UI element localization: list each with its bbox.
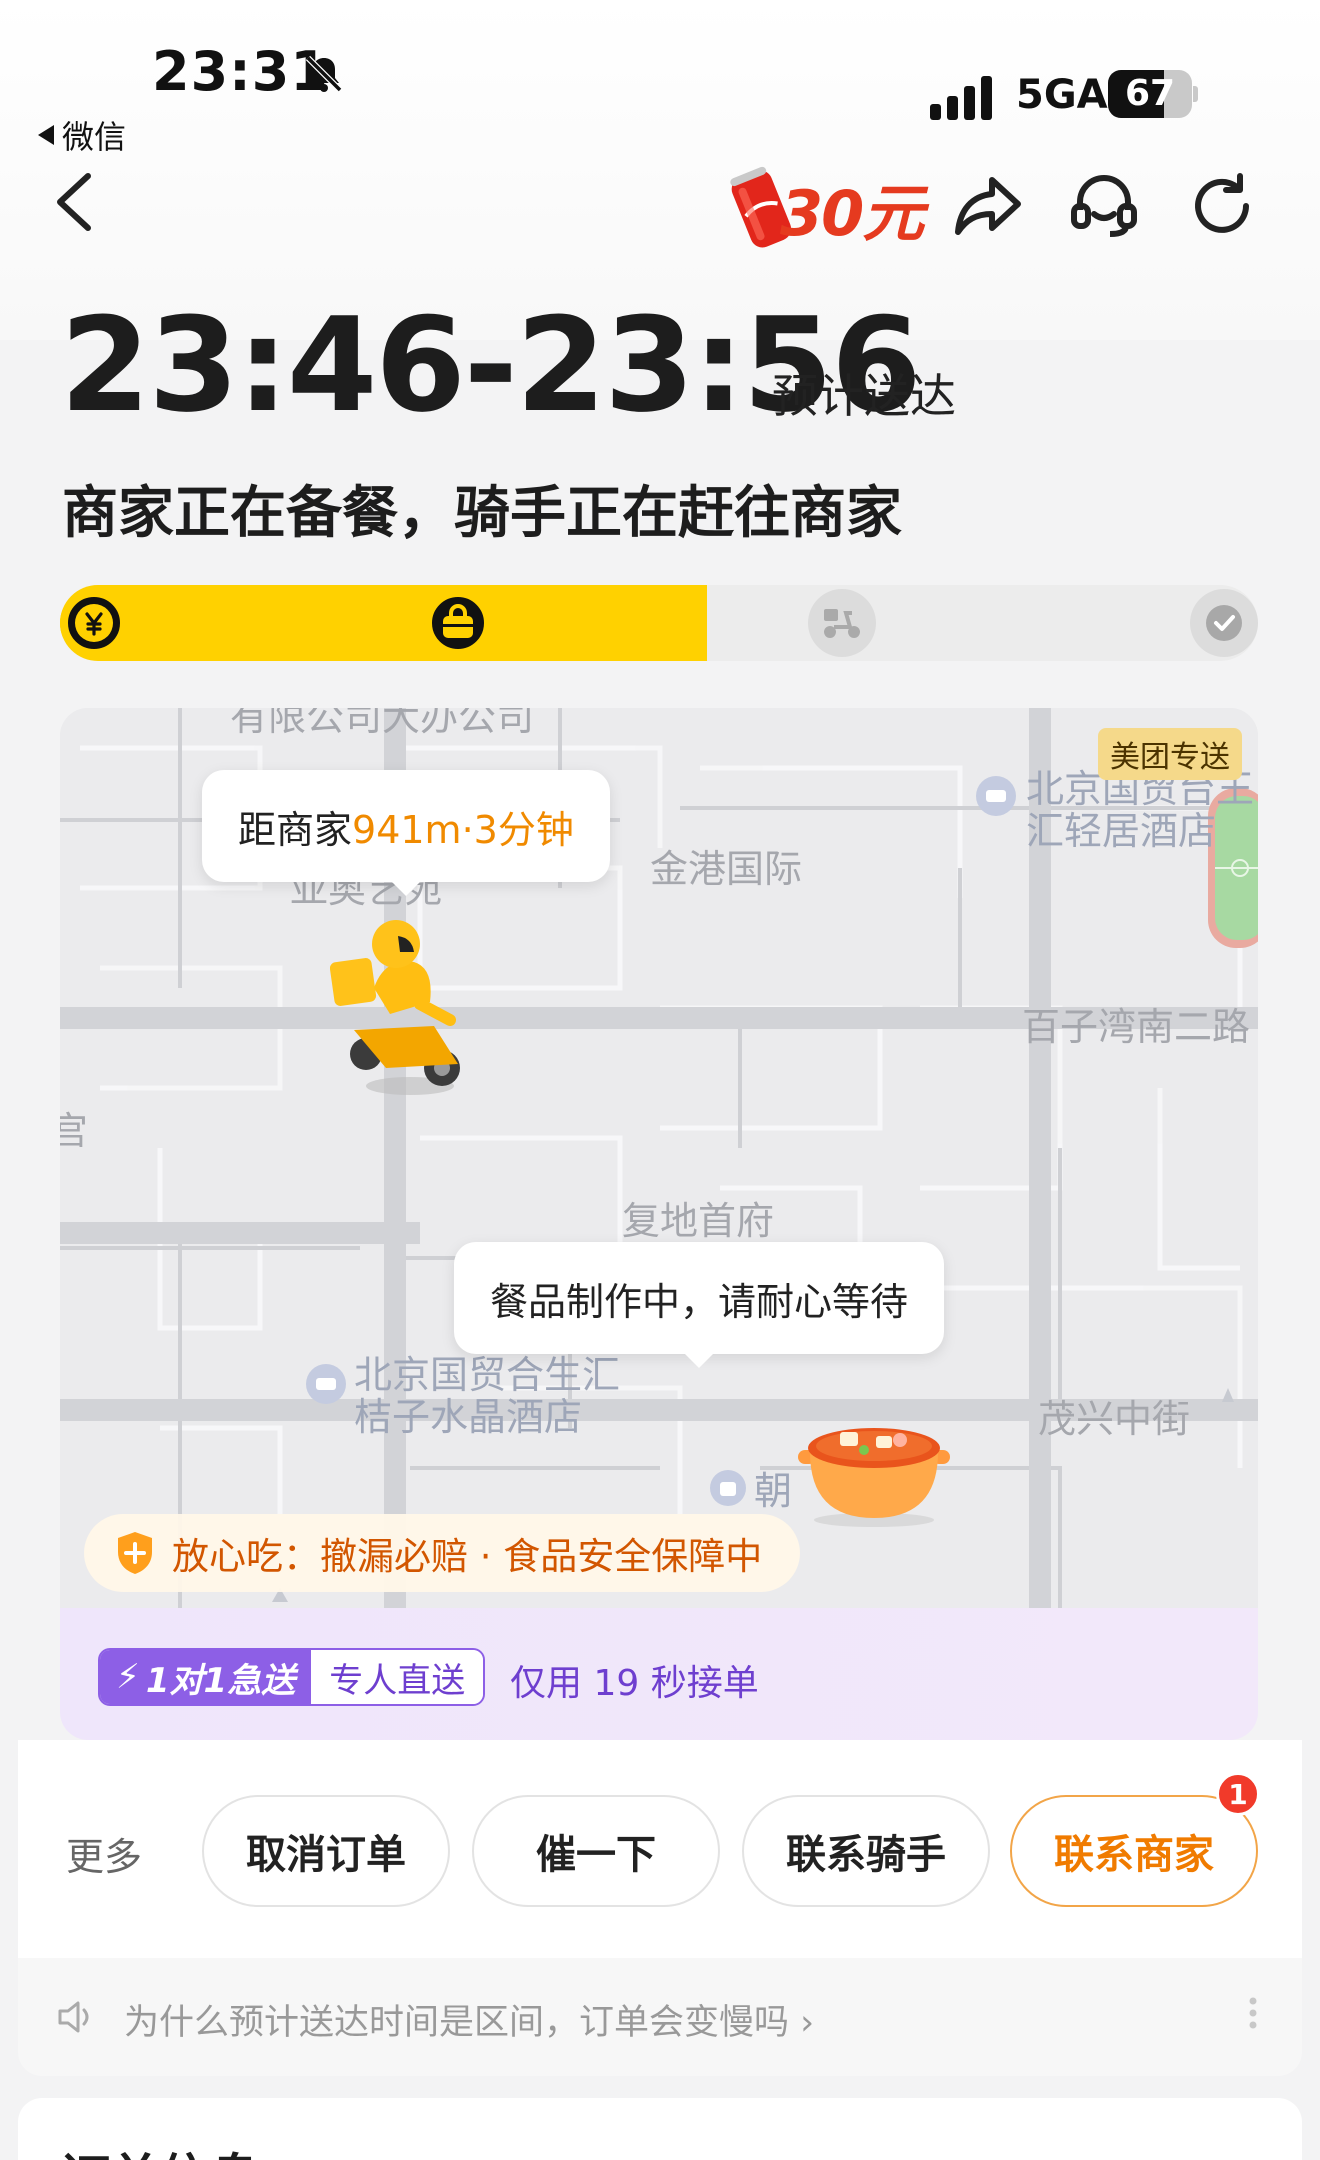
back-to-app-link[interactable]: 微信 [38,112,126,158]
food-status-bubble: 餐品制作中，请耐心等待 [454,1242,945,1368]
scooter-icon [824,609,860,638]
map-label-maoxing: 茂兴中街 [1038,1397,1191,1441]
battery-nub [1193,86,1198,102]
delivery-map[interactable]: 有限公司大办公司 宫 亚奥艺苑 金港国际 北京国贸台王 汇轻居酒店 美团专送 百… [60,708,1258,1608]
promo-amount: 30元 [780,177,924,250]
shield-icon [118,1532,152,1574]
eta-label: 预计送达 [772,369,956,423]
battery-shell: 67 [1108,70,1192,118]
shop-bag-icon [443,604,473,638]
map-label-hotel-ne-line2: 汇轻居酒店 [1026,809,1217,853]
hotel-pin-icon [306,1364,346,1404]
lightning-icon: ⚡ [116,1657,140,1697]
progress-fill [60,585,707,661]
signal-icon [930,76,992,120]
back-icon[interactable] [50,170,100,234]
order-status-text: 商家正在备餐，骑手正在赶往商家 [62,481,902,546]
promo-coupon[interactable]: 30元 [724,162,924,254]
food-pot-icon[interactable] [796,1408,952,1528]
map-label-top-partial: 有限公司大办公司 [230,708,535,739]
urge-button[interactable]: 催一下 [472,1795,720,1907]
step-merchant-preparing [424,589,492,657]
speaker-icon [58,2001,89,2033]
merchant-message-badge: 1 [1216,1772,1260,1816]
brand-tag: 美团专送 [1098,728,1242,780]
mute-bell-icon [305,55,343,93]
order-tracking-page: 23:31 微信 5GA 67 30元 23:46-23:56 预计送达 商家正… [0,0,1320,2160]
express-badge: ⚡ 1对1急送 专人直送 [98,1648,486,1706]
map-label-hotel-sw-line2: 桔子水晶酒店 [354,1395,583,1439]
shop-pin-icon [710,1470,746,1506]
rider-distance-prefix: 距商家 [238,807,353,852]
refresh-icon[interactable] [1186,170,1258,242]
battery-icon: 67 [1108,70,1198,118]
express-delivery-strip: ⚡ 1对1急送 专人直送 仅用 19 秒接单 [60,1608,1258,1740]
check-icon [1206,605,1242,641]
step-delivered [1190,589,1258,657]
food-safety-banner[interactable]: 放心吃：撤漏必赔 · 食品安全保障中 [84,1514,801,1592]
map-label-baizi: 百子湾南二路 [1022,1005,1251,1049]
back-triangle-icon [38,125,54,145]
more-button[interactable]: 更多 [66,1826,142,1881]
more-dots-icon[interactable] [1248,1996,1258,2030]
map-label-chao: 朝 [754,1469,793,1513]
rider-distance-value: 941m·3分钟 [352,807,574,852]
yuan-icon [75,604,113,642]
back-app-label: 微信 [62,118,127,156]
order-progress-bar [60,585,1258,661]
food-safety-text: 放心吃：撤漏必赔 · 食品安全保障中 [172,1535,763,1578]
faq-text[interactable]: 为什么预计送达时间是区间，订单会变慢吗 › [124,1994,814,2045]
express-badge-right: 专人直送 [311,1650,484,1704]
rider-distance-bubble: 距商家 941m·3分钟 [202,770,610,896]
order-info-title: 订单信息 [60,2138,260,2160]
map-label-partial-left: 宫 [60,1109,89,1153]
contact-rider-button[interactable]: 联系骑手 [742,1795,990,1907]
cancel-order-button[interactable]: 取消订单 [202,1795,450,1907]
map-label-jingang: 金港国际 [650,847,803,891]
step-paid [60,589,128,657]
share-icon[interactable] [952,170,1024,242]
network-type: 5GA [1016,72,1108,118]
contact-merchant-button[interactable]: 联系商家 [1010,1795,1258,1907]
map-label-fudi: 复地首府 [622,1199,775,1243]
customer-service-icon[interactable] [1068,170,1140,242]
express-note: 仅用 19 秒接单 [510,1663,759,1704]
rider-marker-icon[interactable] [330,918,470,1100]
express-badge-left-label: 1对1急送 [145,1660,296,1701]
hotel-pin-icon [976,776,1016,816]
express-badge-left: ⚡ 1对1急送 [100,1650,312,1704]
step-rider-delivering [808,589,876,657]
battery-percent: 67 [1124,73,1176,114]
